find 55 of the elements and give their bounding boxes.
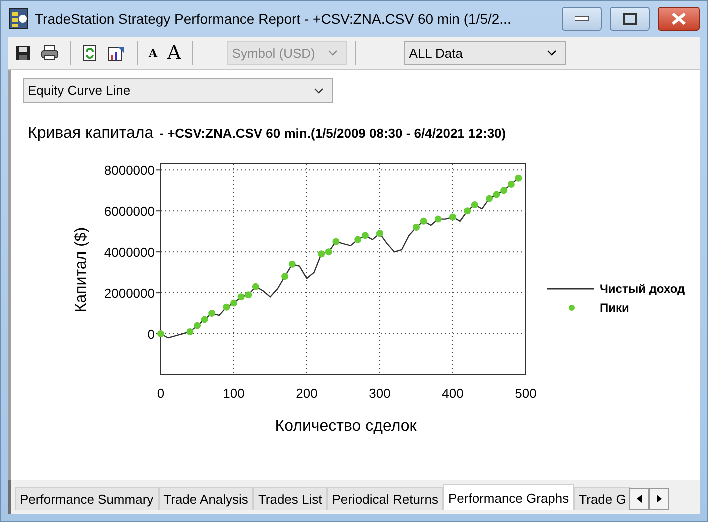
chevron-down-icon xyxy=(328,50,338,56)
triangle-left-icon xyxy=(636,495,642,503)
peak-point xyxy=(434,216,442,223)
chart-subtitle: - +CSV:ZNA.CSV 60 min.(1/5/2009 08:30 - 6/4/2021 12:30) xyxy=(160,126,506,141)
peak-point xyxy=(450,214,456,221)
x-tick-label: 100 xyxy=(223,386,245,401)
refresh-document-icon xyxy=(82,44,98,62)
minimize-icon xyxy=(575,16,589,22)
chart-document-icon xyxy=(108,44,126,62)
peak-point xyxy=(282,273,289,280)
chevron-down-icon xyxy=(547,50,558,56)
peak-point xyxy=(288,260,296,268)
window-title: TradeStation Strategy Performance Report - +CSV:ZNA.CSV 60 min (1/5/2... xyxy=(35,11,512,27)
tab[interactable]: Performance Summary xyxy=(15,487,159,510)
x-tick-label: 500 xyxy=(515,386,537,401)
x-tick-label: 200 xyxy=(296,386,318,401)
legend-label: Пики xyxy=(600,301,630,315)
y-tick-label: 2000000 xyxy=(104,286,155,302)
y-tick-label: 4000000 xyxy=(104,245,155,260)
y-tick-label: 0 xyxy=(148,327,155,342)
y-tick-label: 8000000 xyxy=(104,163,155,178)
maximize-icon xyxy=(623,13,637,25)
tab[interactable]: Trades List xyxy=(253,487,328,510)
minimize-button[interactable] xyxy=(562,7,602,31)
tab[interactable]: Trade G xyxy=(574,487,632,510)
scroll-right-button[interactable] xyxy=(649,488,670,510)
triangle-right-icon xyxy=(656,495,662,503)
peak-point xyxy=(376,230,384,238)
graph-type-dropdown[interactable]: Equity Curve Line xyxy=(23,78,333,103)
data-range-dropdown[interactable]: ALL Data xyxy=(404,41,566,65)
peak-point xyxy=(158,330,164,338)
maximize-button[interactable] xyxy=(610,7,650,31)
decrease-font-button[interactable]: A xyxy=(146,41,161,65)
tab[interactable]: Periodical Returns xyxy=(327,487,444,510)
app-icon xyxy=(9,8,29,30)
x-tick-label: 300 xyxy=(369,386,391,401)
chevron-down-icon xyxy=(314,88,324,94)
legend-dot xyxy=(569,305,575,311)
x-tick-label: 400 xyxy=(442,386,464,401)
scroll-left-button[interactable] xyxy=(629,488,650,510)
x-axis-title: Количество сделок xyxy=(275,418,417,435)
floppy-icon xyxy=(15,45,31,61)
y-axis-title: Капитал ($) xyxy=(73,227,90,313)
chart-title: Кривая капитала xyxy=(28,125,154,143)
peak-point xyxy=(332,238,340,246)
close-button[interactable] xyxy=(658,7,700,31)
increase-font-button[interactable]: A xyxy=(164,41,184,65)
tab[interactable]: Performance Graphs xyxy=(443,484,574,510)
x-tick-label: 0 xyxy=(157,386,165,401)
legend-line xyxy=(547,288,594,290)
printer-icon xyxy=(41,45,59,61)
close-icon xyxy=(672,13,686,25)
y-tick-label: 6000000 xyxy=(104,204,155,220)
tab[interactable]: Trade Analysis xyxy=(158,487,254,510)
legend-label: Чистый доход xyxy=(600,282,686,296)
